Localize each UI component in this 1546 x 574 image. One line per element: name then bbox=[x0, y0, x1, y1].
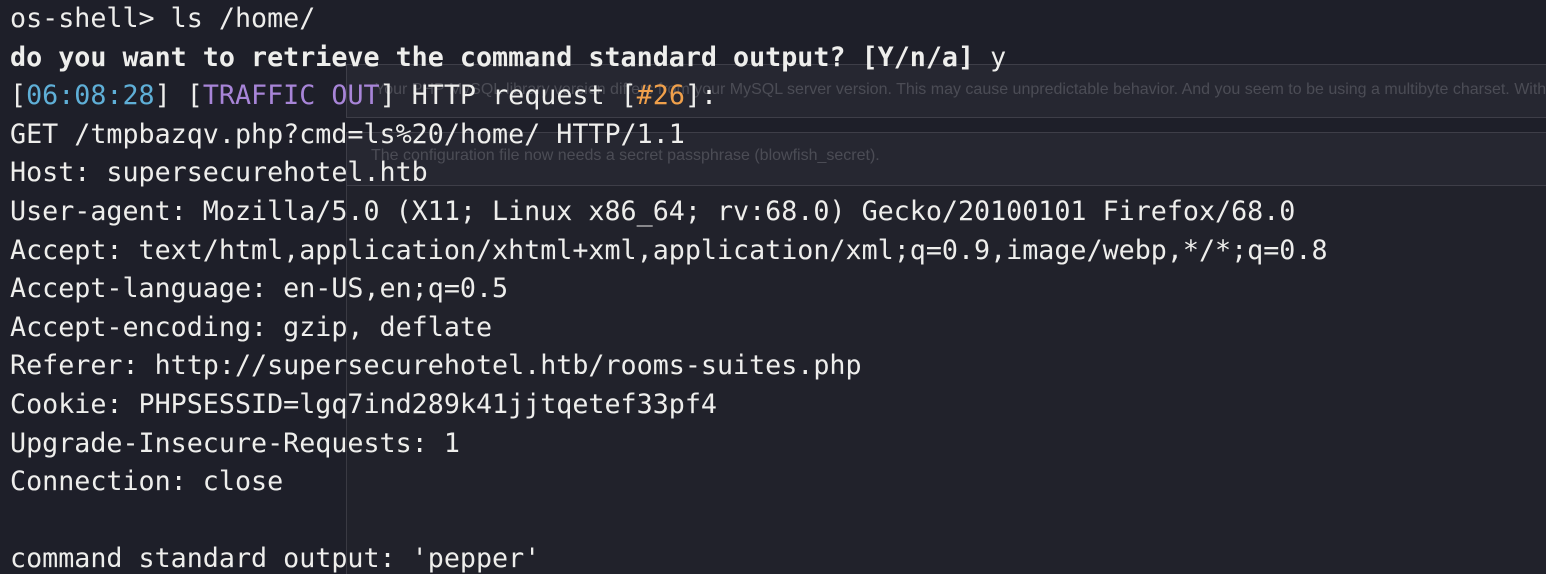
header-referer: Referer: http://supersecurehotel.htb/roo… bbox=[10, 350, 862, 382]
shell-prompt-line: os-shell> ls /home/ bbox=[10, 3, 316, 34]
header-accept: Accept: text/html,application/xhtml+xml,… bbox=[10, 234, 1328, 266]
request-line: GET /tmpbazqv.php?cmd=ls%20/home/ HTTP/1… bbox=[10, 118, 685, 150]
header-connection: Connection: close bbox=[10, 466, 284, 498]
header-host: Host: supersecurehotel.htb bbox=[10, 157, 428, 189]
header-accept-language: Accept-language: en-US,en;q=0.5 bbox=[10, 273, 509, 305]
traffic-out-tag: TRAFFIC OUT bbox=[202, 80, 380, 112]
header-cookie: Cookie: PHPSESSID=lgq7ind289k41jjtqetef3… bbox=[10, 388, 717, 420]
question-line: do you want to retrieve the command stan… bbox=[10, 39, 1328, 78]
bracket-open: [ bbox=[620, 80, 637, 112]
header-upgrade-insecure-requests: Upgrade-Insecure-Requests: 1 bbox=[10, 427, 460, 459]
request-number: #26 bbox=[636, 80, 685, 112]
question-text: do you want to retrieve the command stan… bbox=[10, 41, 991, 73]
header-user-agent: User-agent: Mozilla/5.0 (X11; Linux x86_… bbox=[10, 195, 1296, 227]
terminal-window[interactable]: Your PHP MySQL library version differs f… bbox=[0, 0, 1546, 574]
command-output-line: command standard output: 'pepper' bbox=[10, 543, 541, 574]
terminal-output: os-shell> ls /home/ do you want to retri… bbox=[10, 0, 1328, 574]
header-accept-encoding: Accept-encoding: gzip, deflate bbox=[10, 311, 493, 343]
bracket-open: [ bbox=[10, 80, 27, 112]
bracket-open: [ bbox=[186, 80, 203, 112]
bracket-close: ]: bbox=[684, 80, 718, 112]
http-request-label: ] HTTP request bbox=[379, 80, 621, 112]
traffic-log-line: [06:08:28] [TRAFFIC OUT] HTTP request [#… bbox=[10, 77, 1328, 116]
timestamp: 06:08:28 bbox=[26, 80, 155, 112]
question-answer: y bbox=[990, 41, 1007, 73]
bracket-close: ] bbox=[154, 80, 187, 112]
